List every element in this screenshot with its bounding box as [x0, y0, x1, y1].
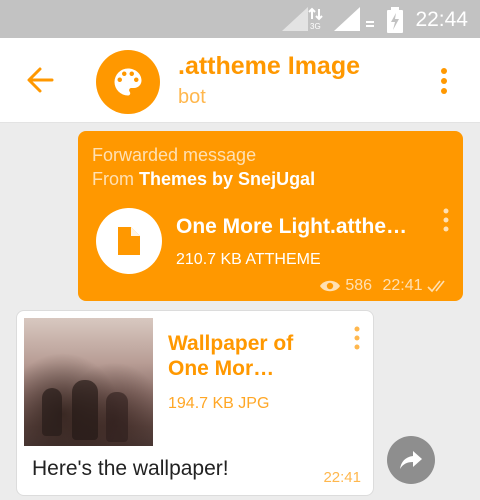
data-arrows-icon: 3G	[308, 7, 323, 31]
thumbnail-figure	[106, 392, 128, 442]
palette-icon	[114, 68, 142, 96]
incoming-message[interactable]: Wallpaper of One Mor… 194.7 KB JPG Here'…	[16, 310, 374, 496]
svg-text:3G: 3G	[310, 22, 321, 31]
double-check-icon	[427, 280, 445, 293]
forwarded-from-name[interactable]: Themes by SnejUgal	[139, 169, 315, 189]
status-bar: 3G 22:44	[0, 0, 480, 38]
file-menu-icon[interactable]	[352, 325, 362, 351]
chat-subtitle: bot	[178, 86, 206, 108]
forwarded-label: Forwarded message	[92, 145, 257, 165]
chat-title[interactable]: .attheme Image	[178, 52, 360, 81]
status-time: 22:44	[415, 8, 468, 31]
file-name[interactable]: One More Light.atthe…	[176, 215, 416, 239]
thumbnail-figure	[42, 388, 62, 436]
wallpaper-thumbnail[interactable]	[24, 318, 153, 446]
file-info: 210.7 KB ATTHEME	[176, 251, 321, 268]
outgoing-message[interactable]: Forwarded message From Themes by SnejUga…	[78, 131, 463, 301]
view-count: 586	[345, 277, 373, 294]
battery-icon	[387, 7, 403, 33]
chat-header: .attheme Image bot	[0, 38, 480, 123]
back-arrow-icon[interactable]	[22, 62, 58, 98]
share-button[interactable]	[387, 436, 435, 484]
message-meta: 586 22:41	[319, 277, 451, 295]
message-time: 22:41	[382, 277, 423, 294]
message-caption: Here's the wallpaper!	[32, 457, 229, 480]
file-title[interactable]: Wallpaper of One Mor…	[168, 331, 318, 381]
eye-icon	[319, 280, 340, 292]
signal-icon	[282, 7, 308, 31]
thumbnail-figure	[72, 380, 98, 440]
more-vert-icon[interactable]	[436, 66, 452, 96]
share-arrow-icon	[400, 451, 422, 469]
signal-icon-2	[334, 7, 360, 31]
message-time: 22:41	[323, 469, 361, 486]
file-info: 194.7 KB JPG	[168, 395, 270, 412]
file-download-button[interactable]	[96, 208, 162, 274]
sim-icon	[366, 21, 374, 27]
file-icon	[118, 227, 140, 255]
file-menu-icon[interactable]	[441, 207, 451, 233]
avatar[interactable]	[96, 50, 160, 114]
forwarded-from: From Themes by SnejUgal	[92, 169, 315, 190]
forwarded-from-prefix: From	[92, 169, 134, 189]
